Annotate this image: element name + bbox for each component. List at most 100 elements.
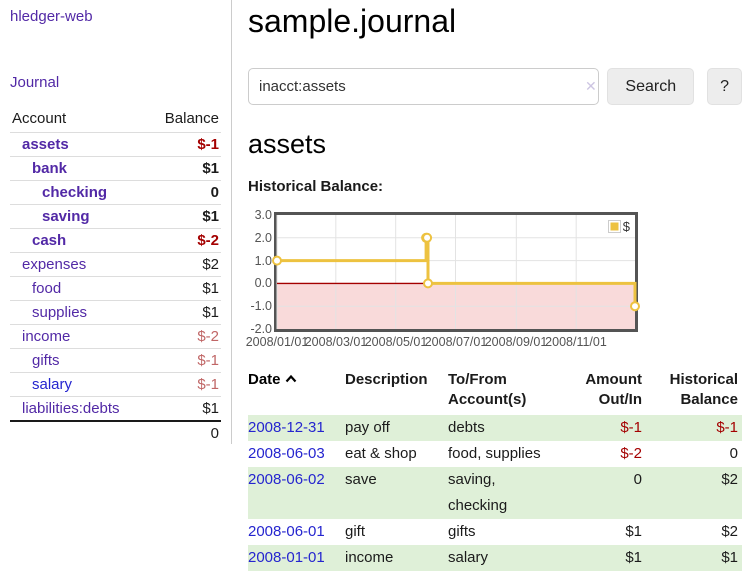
x-axis-tick-label: 2008/07/01 xyxy=(425,335,488,349)
y-axis-tick-label: 2.0 xyxy=(242,230,272,246)
account-row: gifts $-1 xyxy=(10,349,221,373)
account-row: cash $-2 xyxy=(10,229,221,253)
transaction-amount: 0 xyxy=(562,467,646,519)
transaction-amount: $-2 xyxy=(562,441,646,467)
account-balance: $1 xyxy=(148,397,221,422)
transaction-description: income xyxy=(345,545,448,571)
account-row: liabilities:debts $1 xyxy=(10,397,221,422)
account-balance: $-1 xyxy=(148,349,221,373)
transaction-date-link[interactable]: 2008-01-01 xyxy=(248,549,325,566)
transaction-amount: $-1 xyxy=(562,415,646,441)
transaction-accounts: debts xyxy=(448,415,562,441)
x-axis-tick-label: 2008/09/01 xyxy=(485,335,548,349)
transaction-description: gift xyxy=(345,519,448,545)
chart-canvas xyxy=(277,215,635,329)
register-table-body: 2008-12-31pay offdebts$-1$-12008-06-03ea… xyxy=(248,415,742,571)
transaction-date-link[interactable]: 2008-06-01 xyxy=(248,523,325,540)
y-axis-tick-label: 3.0 xyxy=(242,207,272,223)
account-link[interactable]: food xyxy=(32,280,61,297)
transaction-date-link[interactable]: 2008-06-03 xyxy=(248,445,325,462)
transaction-accounts: gifts xyxy=(448,519,562,545)
y-axis-tick-label: -1.0 xyxy=(242,298,272,314)
legend-swatch-icon xyxy=(608,220,621,233)
register-row: 2008-12-31pay offdebts$-1$-1 xyxy=(248,415,742,441)
y-axis-tick-label: 1.0 xyxy=(242,253,272,269)
legend-label: $ xyxy=(623,219,630,234)
account-balance: $1 xyxy=(148,277,221,301)
search-button[interactable]: Search xyxy=(607,68,694,105)
account-balance: 0 xyxy=(148,181,221,205)
x-axis-tick-label: 2008/01/01 xyxy=(246,335,309,349)
transaction-date-link[interactable]: 2008-06-02 xyxy=(248,471,325,488)
accounts-table: Account Balance assets $-1 bank $1 checking 0… xyxy=(10,106,221,445)
account-link[interactable]: checking xyxy=(42,184,107,201)
account-link[interactable]: supplies xyxy=(32,304,87,321)
chart-legend: $ xyxy=(607,218,631,235)
account-link[interactable]: income xyxy=(22,328,70,345)
account-column-header: Account xyxy=(10,106,148,133)
transaction-balance: $2 xyxy=(646,467,742,519)
sidebar-item-journal[interactable]: Journal xyxy=(10,74,59,91)
account-link[interactable]: liabilities:debts xyxy=(22,400,120,417)
account-link[interactable]: expenses xyxy=(22,256,86,273)
clear-search-icon[interactable]: ✕ xyxy=(585,77,597,95)
brand-link[interactable]: hledger-web xyxy=(10,8,93,25)
search-input[interactable] xyxy=(248,68,599,105)
register-row: 2008-06-01 giftgifts$1$2 xyxy=(248,519,742,545)
account-row: income$-2 xyxy=(10,325,221,349)
transaction-date-cell: 2008-06-02 xyxy=(248,467,345,519)
transaction-accounts: salary xyxy=(448,545,562,571)
chart-title: Historical Balance: xyxy=(248,178,742,195)
transaction-date-cell: 2008-12-31 xyxy=(248,415,345,441)
account-row: salary $-1 xyxy=(10,373,221,397)
transaction-description: pay off xyxy=(345,415,448,441)
register-table: Date Description To/From Account(s) Amou… xyxy=(248,368,742,571)
page-title: sample.journal xyxy=(248,3,742,40)
account-table-body: assets$-1bank$1checking0saving$1cash$-2e… xyxy=(10,133,221,422)
main-content: sample.journal ✕ Search ? assets Histori… xyxy=(248,0,742,571)
transaction-accounts: saving, checking xyxy=(448,467,562,519)
register-row: 2008-06-02 savesaving, checking0$2 xyxy=(248,467,742,519)
account-link[interactable]: saving xyxy=(42,208,90,225)
sidebar: hledger-web Journal Account Balance asse… xyxy=(0,0,232,444)
transaction-description: save xyxy=(345,467,448,519)
account-link[interactable]: assets xyxy=(22,136,69,153)
amount-column-header: Amount Out/In xyxy=(562,368,646,415)
date-column-header[interactable]: Date xyxy=(248,368,345,415)
account-balance: $2 xyxy=(148,253,221,277)
accounts-column-header: To/From Account(s) xyxy=(448,368,562,415)
accounts-table-header: Account Balance xyxy=(10,106,221,133)
register-row: 2008-01-01incomesalary$1$1 xyxy=(248,545,742,571)
x-axis-tick-label: 2008/05/01 xyxy=(365,335,428,349)
help-button[interactable]: ? xyxy=(707,68,742,105)
account-balance: $1 xyxy=(148,301,221,325)
transaction-amount: $1 xyxy=(562,519,646,545)
sort-ascending-icon xyxy=(285,370,297,387)
account-link[interactable]: cash xyxy=(32,232,66,249)
account-row: bank $1 xyxy=(10,157,221,181)
transaction-date-link[interactable]: 2008-12-31 xyxy=(248,419,325,436)
description-column-header: Description xyxy=(345,368,448,415)
account-link[interactable]: bank xyxy=(32,160,67,177)
account-balance: $1 xyxy=(148,157,221,181)
account-link[interactable]: salary xyxy=(32,376,72,393)
balance-column-header: Balance xyxy=(148,106,221,133)
search-form: ✕ Search ? xyxy=(248,68,742,105)
account-row: saving$1 xyxy=(10,205,221,229)
balance-column-header-register: Historical Balance xyxy=(646,368,742,415)
register-row: 2008-06-03eat & shopfood, supplies$-20 xyxy=(248,441,742,467)
transaction-date-cell: 2008-01-01 xyxy=(248,545,345,571)
account-balance: $-1 xyxy=(148,133,221,157)
account-link[interactable]: gifts xyxy=(32,352,60,369)
transaction-balance: $-1 xyxy=(646,415,742,441)
transaction-date-cell: 2008-06-03 xyxy=(248,441,345,467)
account-row: supplies $1 xyxy=(10,301,221,325)
account-balance: $-1 xyxy=(148,373,221,397)
register-header-row: Date Description To/From Account(s) Amou… xyxy=(248,368,742,415)
transaction-balance: $2 xyxy=(646,519,742,545)
transaction-date-cell: 2008-06-01 xyxy=(248,519,345,545)
x-axis-tick-label: 2008/11/01 xyxy=(545,335,607,349)
account-balance: $-2 xyxy=(148,229,221,253)
transaction-balance: $1 xyxy=(646,545,742,571)
account-row: assets $-1 xyxy=(10,133,221,157)
